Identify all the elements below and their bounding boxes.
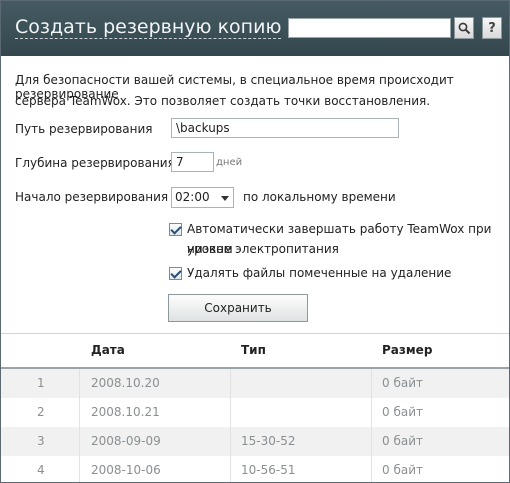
search-input[interactable] bbox=[288, 18, 451, 38]
page-title[interactable]: Создать резервную копию bbox=[15, 16, 282, 39]
row-number: 4 bbox=[37, 463, 45, 477]
row-date: 2008.10.21 bbox=[91, 405, 160, 419]
depth-unit: дней bbox=[216, 157, 243, 168]
chevron-down-icon bbox=[221, 196, 229, 201]
row-type: 15-30-52 bbox=[241, 434, 296, 448]
depth-input[interactable]: 7 bbox=[171, 152, 214, 172]
table-row[interactable]: 1 2008.10.20 0 байт bbox=[1, 369, 509, 399]
col-size-header[interactable]: Размер bbox=[382, 343, 432, 357]
path-input[interactable]: \backups bbox=[171, 118, 399, 138]
delete-files-label: Удалять файлы помеченные на удаление bbox=[187, 266, 452, 280]
row-size: 0 байт bbox=[382, 376, 423, 390]
row-size: 0 байт bbox=[382, 463, 423, 477]
col-divider bbox=[79, 369, 80, 398]
delete-files-checkbox[interactable] bbox=[169, 267, 182, 280]
backup-window: Создать резервную копию ? Для безопаснос… bbox=[0, 0, 510, 483]
path-label: Путь резервирования bbox=[15, 122, 153, 136]
start-label: Начало резервирования в bbox=[15, 190, 180, 204]
col-divider bbox=[230, 369, 231, 398]
row-number: 2 bbox=[37, 405, 45, 419]
search-button[interactable] bbox=[454, 17, 474, 39]
row-number: 1 bbox=[37, 376, 45, 390]
table-header: Дата Тип Размер bbox=[1, 334, 509, 370]
row-date: 2008-10-06 bbox=[91, 463, 161, 477]
col-type-header[interactable]: Тип bbox=[241, 343, 266, 357]
row-size: 0 байт bbox=[382, 434, 423, 448]
start-time-value: 02:00 bbox=[175, 190, 210, 204]
start-time-select[interactable]: 02:00 bbox=[171, 187, 234, 208]
start-suffix: по локальному времени bbox=[243, 190, 396, 204]
depth-label: Глубина резервирования bbox=[15, 156, 175, 170]
col-divider bbox=[371, 369, 372, 398]
col-divider bbox=[371, 398, 372, 427]
col-divider bbox=[371, 456, 372, 482]
table-row[interactable]: 3 2008-09-09 15-30-52 0 байт bbox=[1, 427, 509, 457]
help-icon: ? bbox=[488, 20, 496, 36]
table-row[interactable]: 2 2008.10.21 0 байт bbox=[1, 398, 509, 428]
auto-shutdown-checkbox[interactable] bbox=[169, 223, 182, 236]
col-divider bbox=[230, 398, 231, 427]
help-button[interactable]: ? bbox=[482, 17, 502, 39]
col-divider bbox=[79, 427, 80, 456]
row-size: 0 байт bbox=[382, 405, 423, 419]
description-line-2: сервера TeamWox. Это позволяет создать т… bbox=[15, 94, 431, 108]
row-date: 2008.10.20 bbox=[91, 376, 160, 390]
col-divider bbox=[371, 427, 372, 456]
col-divider bbox=[79, 456, 80, 482]
col-date-header[interactable]: Дата bbox=[91, 343, 125, 357]
row-number: 3 bbox=[37, 434, 45, 448]
auto-shutdown-label-2: уровне электропитания bbox=[187, 242, 339, 256]
table-row[interactable]: 4 2008-10-06 10-56-51 0 байт bbox=[1, 456, 509, 482]
row-date: 2008-09-09 bbox=[91, 434, 161, 448]
header-bar: Создать резервную копию ? bbox=[1, 1, 509, 56]
col-divider bbox=[230, 456, 231, 482]
col-divider bbox=[230, 427, 231, 456]
col-divider bbox=[79, 398, 80, 427]
save-button[interactable]: Сохранить bbox=[168, 294, 308, 322]
search-icon bbox=[458, 22, 470, 34]
row-type: 10-56-51 bbox=[241, 463, 296, 477]
